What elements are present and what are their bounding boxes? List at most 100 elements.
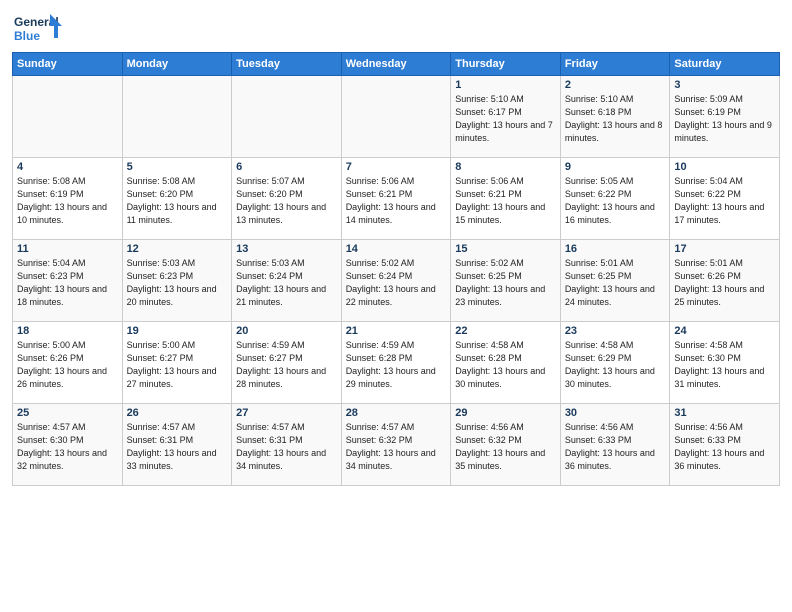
day-info: Sunrise: 4:56 AM Sunset: 6:33 PM Dayligh… [565,421,666,473]
weekday-header-monday: Monday [122,53,232,76]
day-cell-30: 30 Sunrise: 4:56 AM Sunset: 6:33 PM Dayli… [560,404,670,486]
logo: General Blue [12,10,64,46]
day-info: Sunrise: 4:56 AM Sunset: 6:33 PM Dayligh… [674,421,775,473]
day-number: 3 [674,79,775,91]
weekday-header-thursday: Thursday [451,53,561,76]
day-info: Sunrise: 4:58 AM Sunset: 6:30 PM Dayligh… [674,339,775,391]
day-cell-18: 18 Sunrise: 5:00 AM Sunset: 6:26 PM Dayli… [13,322,123,404]
week-row-1: 1Sunrise: 5:10 AM Sunset: 6:17 PM Daylig… [13,76,780,158]
day-number: 21 [346,325,447,337]
day-info: Sunrise: 5:10 AM Sunset: 6:18 PM Dayligh… [565,93,666,145]
day-number: 4 [17,161,118,173]
day-number: 30 [565,407,666,419]
day-number: 9 [565,161,666,173]
day-number: 29 [455,407,556,419]
day-number: 15 [455,243,556,255]
day-info: Sunrise: 5:01 AM Sunset: 6:26 PM Dayligh… [674,257,775,309]
day-number: 17 [674,243,775,255]
day-cell-8: 8Sunrise: 5:06 AM Sunset: 6:21 PM Daylig… [451,158,561,240]
day-cell-23: 23 Sunrise: 4:58 AM Sunset: 6:29 PM Dayli… [560,322,670,404]
day-info: Sunrise: 5:03 AM Sunset: 6:23 PM Dayligh… [127,257,228,309]
day-number: 27 [236,407,337,419]
logo-svg: General Blue [12,10,64,46]
day-cell-26: 26 Sunrise: 4:57 AM Sunset: 6:31 PM Dayli… [122,404,232,486]
day-cell-7: 7 Sunrise: 5:06 AM Sunset: 6:21 PM Daylig… [341,158,451,240]
day-number: 10 [674,161,775,173]
day-cell-31: 31 Sunrise: 4:56 AM Sunset: 6:33 PM Dayli… [670,404,780,486]
day-cell-27: 27 Sunrise: 4:57 AM Sunset: 6:31 PM Dayli… [232,404,342,486]
day-number: 18 [17,325,118,337]
day-number: 2 [565,79,666,91]
day-info: Sunrise: 5:04 AM Sunset: 6:23 PM Dayligh… [17,257,118,309]
empty-cell [13,76,123,158]
day-number: 22 [455,325,556,337]
calendar-header: SundayMondayTuesdayWednesdayThursdayFrid… [13,53,780,76]
day-info: Sunrise: 5:01 AM Sunset: 6:25 PM Dayligh… [565,257,666,309]
day-info: Sunrise: 5:02 AM Sunset: 6:24 PM Dayligh… [346,257,447,309]
day-cell-17: 17 Sunrise: 5:01 AM Sunset: 6:26 PM Dayli… [670,240,780,322]
day-info: Sunrise: 5:02 AM Sunset: 6:25 PM Dayligh… [455,257,556,309]
day-info: Sunrise: 5:00 AM Sunset: 6:27 PM Dayligh… [127,339,228,391]
day-cell-9: 9 Sunrise: 5:05 AM Sunset: 6:22 PM Daylig… [560,158,670,240]
empty-cell [122,76,232,158]
weekday-header-sunday: Sunday [13,53,123,76]
day-number: 7 [346,161,447,173]
week-row-5: 25 Sunrise: 4:57 AM Sunset: 6:30 PM Dayli… [13,404,780,486]
day-cell-14: 14 Sunrise: 5:02 AM Sunset: 6:24 PM Dayli… [341,240,451,322]
day-info: Sunrise: 4:57 AM Sunset: 6:31 PM Dayligh… [236,421,337,473]
day-number: 16 [565,243,666,255]
weekday-row: SundayMondayTuesdayWednesdayThursdayFrid… [13,53,780,76]
calendar: SundayMondayTuesdayWednesdayThursdayFrid… [12,52,780,486]
day-number: 23 [565,325,666,337]
day-info: Sunrise: 4:58 AM Sunset: 6:28 PM Dayligh… [455,339,556,391]
day-info: Sunrise: 4:57 AM Sunset: 6:31 PM Dayligh… [127,421,228,473]
day-cell-11: 11 Sunrise: 5:04 AM Sunset: 6:23 PM Dayli… [13,240,123,322]
week-row-4: 18 Sunrise: 5:00 AM Sunset: 6:26 PM Dayli… [13,322,780,404]
day-cell-20: 20Sunrise: 4:59 AM Sunset: 6:27 PM Dayli… [232,322,342,404]
day-number: 11 [17,243,118,255]
day-number: 19 [127,325,228,337]
day-number: 25 [17,407,118,419]
day-number: 1 [455,79,556,91]
day-info: Sunrise: 4:58 AM Sunset: 6:29 PM Dayligh… [565,339,666,391]
day-cell-25: 25 Sunrise: 4:57 AM Sunset: 6:30 PM Dayli… [13,404,123,486]
day-cell-22: 22 Sunrise: 4:58 AM Sunset: 6:28 PM Dayli… [451,322,561,404]
day-info: Sunrise: 4:57 AM Sunset: 6:32 PM Dayligh… [346,421,447,473]
week-row-3: 11 Sunrise: 5:04 AM Sunset: 6:23 PM Dayli… [13,240,780,322]
day-number: 8 [455,161,556,173]
page: General Blue SundayMondayTuesdayWednesda… [0,0,792,612]
day-cell-5: 5 Sunrise: 5:08 AM Sunset: 6:20 PM Daylig… [122,158,232,240]
day-cell-4: 4Sunrise: 5:08 AM Sunset: 6:19 PM Daylig… [13,158,123,240]
day-cell-19: 19 Sunrise: 5:00 AM Sunset: 6:27 PM Dayli… [122,322,232,404]
day-number: 5 [127,161,228,173]
weekday-header-wednesday: Wednesday [341,53,451,76]
day-cell-12: 12Sunrise: 5:03 AM Sunset: 6:23 PM Dayli… [122,240,232,322]
day-info: Sunrise: 5:00 AM Sunset: 6:26 PM Dayligh… [17,339,118,391]
day-info: Sunrise: 5:07 AM Sunset: 6:20 PM Dayligh… [236,175,337,227]
day-number: 6 [236,161,337,173]
day-number: 31 [674,407,775,419]
day-info: Sunrise: 4:56 AM Sunset: 6:32 PM Dayligh… [455,421,556,473]
header: General Blue [12,10,780,46]
day-number: 13 [236,243,337,255]
day-number: 14 [346,243,447,255]
day-cell-16: 16 Sunrise: 5:01 AM Sunset: 6:25 PM Dayli… [560,240,670,322]
day-info: Sunrise: 4:57 AM Sunset: 6:30 PM Dayligh… [17,421,118,473]
day-cell-10: 10 Sunrise: 5:04 AM Sunset: 6:22 PM Dayli… [670,158,780,240]
day-info: Sunrise: 5:06 AM Sunset: 6:21 PM Dayligh… [346,175,447,227]
day-info: Sunrise: 4:59 AM Sunset: 6:28 PM Dayligh… [346,339,447,391]
day-info: Sunrise: 5:08 AM Sunset: 6:20 PM Dayligh… [127,175,228,227]
day-info: Sunrise: 5:04 AM Sunset: 6:22 PM Dayligh… [674,175,775,227]
day-cell-6: 6 Sunrise: 5:07 AM Sunset: 6:20 PM Daylig… [232,158,342,240]
day-cell-29: 29 Sunrise: 4:56 AM Sunset: 6:32 PM Dayli… [451,404,561,486]
svg-text:Blue: Blue [14,29,40,43]
day-cell-13: 13Sunrise: 5:03 AM Sunset: 6:24 PM Dayli… [232,240,342,322]
calendar-body: 1Sunrise: 5:10 AM Sunset: 6:17 PM Daylig… [13,76,780,486]
weekday-header-saturday: Saturday [670,53,780,76]
day-info: Sunrise: 5:09 AM Sunset: 6:19 PM Dayligh… [674,93,775,145]
weekday-header-tuesday: Tuesday [232,53,342,76]
day-cell-15: 15 Sunrise: 5:02 AM Sunset: 6:25 PM Dayli… [451,240,561,322]
day-info: Sunrise: 5:05 AM Sunset: 6:22 PM Dayligh… [565,175,666,227]
week-row-2: 4Sunrise: 5:08 AM Sunset: 6:19 PM Daylig… [13,158,780,240]
day-number: 26 [127,407,228,419]
